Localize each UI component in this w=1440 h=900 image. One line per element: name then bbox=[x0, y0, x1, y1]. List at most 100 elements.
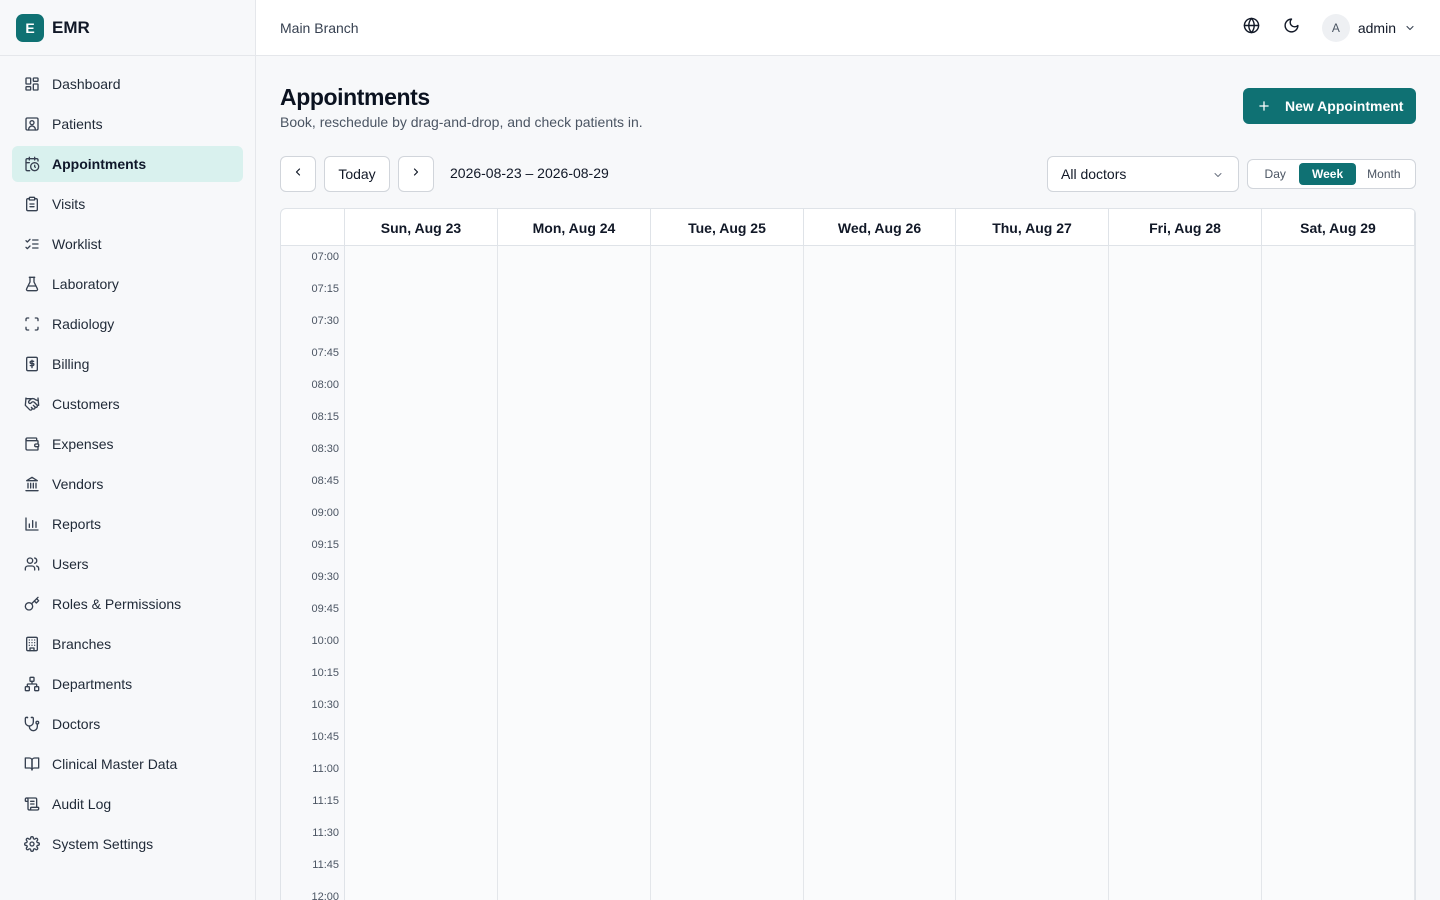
calendar-slot[interactable] bbox=[804, 470, 956, 502]
calendar-slot[interactable] bbox=[956, 566, 1109, 598]
calendar-slot[interactable] bbox=[804, 502, 956, 534]
calendar-slot[interactable] bbox=[1109, 406, 1262, 438]
calendar-slot[interactable] bbox=[1262, 886, 1415, 900]
sidebar-item-audit-log[interactable]: Audit Log bbox=[12, 786, 243, 822]
calendar-slot[interactable] bbox=[1109, 566, 1262, 598]
calendar-slot[interactable] bbox=[804, 758, 956, 790]
calendar-slot[interactable] bbox=[498, 630, 651, 662]
calendar-slot[interactable] bbox=[651, 342, 804, 374]
calendar-slot[interactable] bbox=[956, 310, 1109, 342]
calendar-slot[interactable] bbox=[651, 406, 804, 438]
calendar-slot[interactable] bbox=[1262, 438, 1415, 470]
sidebar-item-radiology[interactable]: Radiology bbox=[12, 306, 243, 342]
language-button[interactable] bbox=[1236, 12, 1268, 44]
calendar-slot[interactable] bbox=[345, 246, 498, 278]
calendar-slot[interactable] bbox=[498, 438, 651, 470]
calendar-slot[interactable] bbox=[1262, 342, 1415, 374]
calendar-slot[interactable] bbox=[651, 374, 804, 406]
calendar-slot[interactable] bbox=[651, 726, 804, 758]
calendar-slot[interactable] bbox=[345, 854, 498, 886]
calendar-slot[interactable] bbox=[1262, 662, 1415, 694]
calendar-slot[interactable] bbox=[804, 790, 956, 822]
calendar-slot[interactable] bbox=[1262, 310, 1415, 342]
calendar-slot[interactable] bbox=[956, 502, 1109, 534]
calendar-slot[interactable] bbox=[1262, 598, 1415, 630]
calendar-slot[interactable] bbox=[956, 662, 1109, 694]
calendar-slot[interactable] bbox=[345, 662, 498, 694]
calendar-slot[interactable] bbox=[804, 246, 956, 278]
sidebar-item-visits[interactable]: Visits bbox=[12, 186, 243, 222]
calendar-slot[interactable] bbox=[1109, 630, 1262, 662]
calendar-slot[interactable] bbox=[651, 470, 804, 502]
calendar-slot[interactable] bbox=[498, 886, 651, 900]
calendar-slot[interactable] bbox=[651, 822, 804, 854]
calendar-slot[interactable] bbox=[345, 534, 498, 566]
calendar-slot[interactable] bbox=[956, 822, 1109, 854]
calendar-slot[interactable] bbox=[345, 406, 498, 438]
calendar-slot[interactable] bbox=[651, 246, 804, 278]
calendar-slot[interactable] bbox=[1109, 342, 1262, 374]
calendar-slot[interactable] bbox=[345, 438, 498, 470]
calendar-slot[interactable] bbox=[1109, 502, 1262, 534]
calendar-slot[interactable] bbox=[345, 310, 498, 342]
calendar-slot[interactable] bbox=[345, 758, 498, 790]
calendar-slot[interactable] bbox=[1262, 758, 1415, 790]
calendar-slot[interactable] bbox=[804, 822, 956, 854]
calendar-slot[interactable] bbox=[651, 662, 804, 694]
calendar-slot[interactable] bbox=[1262, 854, 1415, 886]
calendar-slot[interactable] bbox=[1109, 758, 1262, 790]
today-button[interactable]: Today bbox=[324, 156, 390, 192]
calendar-slot[interactable] bbox=[1109, 246, 1262, 278]
calendar-slot[interactable] bbox=[804, 694, 956, 726]
calendar-slot[interactable] bbox=[804, 374, 956, 406]
calendar-slot[interactable] bbox=[498, 534, 651, 566]
calendar-slot[interactable] bbox=[956, 758, 1109, 790]
calendar-slot[interactable] bbox=[498, 598, 651, 630]
calendar-slot[interactable] bbox=[345, 790, 498, 822]
sidebar-item-worklist[interactable]: Worklist bbox=[12, 226, 243, 262]
calendar-slot[interactable] bbox=[956, 630, 1109, 662]
calendar-slot[interactable] bbox=[956, 886, 1109, 900]
calendar-slot[interactable] bbox=[1262, 694, 1415, 726]
calendar-slot[interactable] bbox=[498, 278, 651, 310]
calendar-slot[interactable] bbox=[956, 278, 1109, 310]
calendar-slot[interactable] bbox=[651, 694, 804, 726]
calendar-slot[interactable] bbox=[651, 790, 804, 822]
calendar-slot[interactable] bbox=[345, 566, 498, 598]
calendar-slot[interactable] bbox=[651, 438, 804, 470]
sidebar-item-dashboard[interactable]: Dashboard bbox=[12, 66, 243, 102]
calendar-slot[interactable] bbox=[345, 694, 498, 726]
calendar-slot[interactable] bbox=[498, 822, 651, 854]
sidebar-item-branches[interactable]: Branches bbox=[12, 626, 243, 662]
calendar-slot[interactable] bbox=[1109, 694, 1262, 726]
view-day-button[interactable]: Day bbox=[1251, 163, 1299, 185]
calendar-slot[interactable] bbox=[651, 598, 804, 630]
new-appointment-button[interactable]: New Appointment bbox=[1243, 88, 1416, 124]
calendar-slot[interactable] bbox=[498, 342, 651, 374]
calendar-slot[interactable] bbox=[498, 854, 651, 886]
calendar-slot[interactable] bbox=[1262, 630, 1415, 662]
brand[interactable]: E EMR bbox=[0, 0, 255, 56]
theme-toggle-button[interactable] bbox=[1276, 12, 1308, 44]
calendar-slot[interactable] bbox=[498, 502, 651, 534]
calendar-slot[interactable] bbox=[498, 566, 651, 598]
calendar-slot[interactable] bbox=[651, 310, 804, 342]
calendar-slot[interactable] bbox=[956, 342, 1109, 374]
sidebar-item-billing[interactable]: Billing bbox=[12, 346, 243, 382]
calendar-slot[interactable] bbox=[1262, 374, 1415, 406]
calendar-slot[interactable] bbox=[956, 534, 1109, 566]
calendar-slot[interactable] bbox=[345, 822, 498, 854]
calendar-slot[interactable] bbox=[345, 278, 498, 310]
calendar-slot[interactable] bbox=[804, 406, 956, 438]
calendar-slot[interactable] bbox=[1109, 534, 1262, 566]
calendar-slot[interactable] bbox=[1262, 790, 1415, 822]
calendar-slot[interactable] bbox=[804, 662, 956, 694]
sidebar-item-patients[interactable]: Patients bbox=[12, 106, 243, 142]
calendar-slot[interactable] bbox=[651, 630, 804, 662]
calendar-slot[interactable] bbox=[1109, 470, 1262, 502]
calendar-slot[interactable] bbox=[498, 406, 651, 438]
calendar-slot[interactable] bbox=[804, 630, 956, 662]
calendar-slot[interactable] bbox=[804, 534, 956, 566]
calendar-slot[interactable] bbox=[498, 758, 651, 790]
calendar-slot[interactable] bbox=[1109, 438, 1262, 470]
